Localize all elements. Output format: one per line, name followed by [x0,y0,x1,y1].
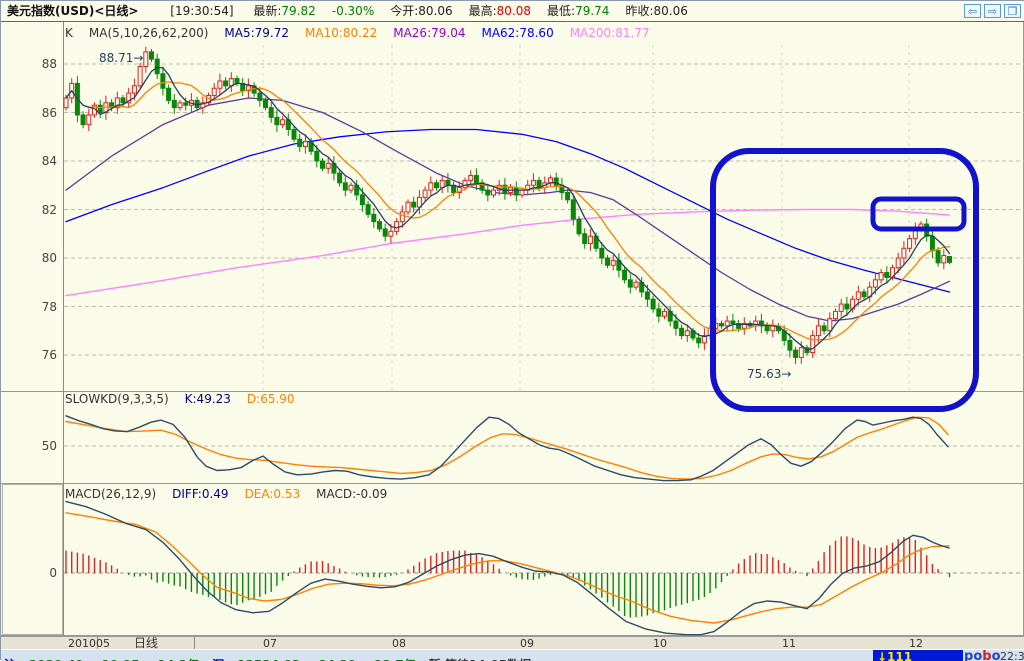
macd-lines [65,500,950,636]
axis-tick-label: 82 [41,202,57,217]
k-chart-label: K [65,26,73,40]
macd-diff-line [65,500,950,636]
annotation-low-price: 75.63→ [747,367,792,381]
quote-field-value: 80.08 [496,4,532,18]
ma-formula-label: MA(5,10,26,62,200) [88,26,209,40]
kd-value-label: K:49.23 [184,392,231,406]
pobo-logo-letter: b [982,649,992,661]
quote-field-value: 79.74 [575,4,610,18]
axis-tick-label: 80 [41,251,57,265]
ma-value-label: MA26:79.04 [393,26,466,40]
window-buttons: ⇦ ⇨ ❐ [964,4,1021,18]
kd-formula-label: SLOWKD(9,3,3,5) [65,392,169,406]
axis-tick-label: 78 [41,299,57,314]
app-window: 美元指数(USD)<日线> [19:30:54] 最新:79.82 -0.30% 今… [0,0,1024,661]
annotation-peak-price: 88.71→ [99,51,144,65]
index-ticker: 沪2929.49-19.95-14.2亿深12534.03-84.39-13.7… [4,656,544,661]
axis-tick-label: 84 [41,154,57,168]
kd-label-row: SLOWKD(9,3,3,5) K:49.23 D:65.90 [65,392,311,406]
axis-tick-label: 50 [41,439,57,453]
cascade-button-icon[interactable]: ❐ [1004,4,1021,18]
quote-field: -0.30% [332,4,374,18]
ma200-line [65,208,951,297]
status-clock: 22:34 [1000,650,1024,661]
signal-badge: ↓111 [873,650,963,661]
axis-tick-label: 76 [41,348,57,362]
pobo-logo: pobo [964,650,1001,661]
ma-value-label: MA62:78.60 [481,26,554,40]
quote-field-value: 79.82 [281,4,316,18]
quote-field: 最新:79.82 [253,4,315,18]
macd-value-label: MACD:-0.09 [316,487,388,501]
chart-canvas[interactable] [1,1,1024,661]
quote-field-value: 80.06 [418,4,453,18]
time-axis: 日线 201005 07 08 09 10 11 12 [1,636,1024,650]
quote-field: 今开:80.06 [390,4,452,18]
panel-frame [1,22,1024,636]
quote-field-label: 最高: [468,4,497,18]
axis-tick-label: 86 [41,105,57,120]
quote-field-label: 最新: [253,4,282,18]
ma-label-row: K MA(5,10,26,62,200) MA5:79.72 MA10:80.22 MA… [65,26,666,40]
ma200-line [65,208,951,297]
quote-field-label: 昨收: [625,4,654,18]
status-bar: 沪2929.49-19.95-14.2亿深12534.03-84.39-13.7… [1,649,1024,661]
slowkd-panel [65,415,949,482]
quote-field: 昨收:80.06 [625,4,687,18]
instrument-title: 美元指数(USD)<日线> [7,4,139,18]
kd-d-line [65,416,949,480]
quote-fields: 最新:79.82 -0.30% 今开:80.06 最高:80.08 最低:79.74 昨收… [237,4,687,18]
axis-tick-label: 88 [41,57,57,71]
quote-field-value: 80.06 [653,4,688,18]
axis-tick-label: 0 [49,566,57,580]
macd-label-row: MACD(26,12,9) DIFF:0.49 DEA:0.53 MACD:-0.09 [65,487,403,501]
ma10-line [65,81,951,341]
back-button-icon[interactable]: ⇦ [964,4,981,18]
macd-dea-line [65,512,950,624]
kd-k-line [65,415,949,482]
quote-field: 最低:79.74 [547,4,609,18]
ma-value-label: MA5:79.72 [224,26,289,40]
candlestick-series [63,46,952,364]
macd-formula-label: MACD(26,12,9) [65,487,157,501]
pobo-logo-letter: o [973,649,983,661]
quote-time: [19:30:54] [170,4,234,18]
ma-value-label: MA200:81.77 [569,26,650,40]
quote-field-value: -0.30% [331,4,375,18]
forward-button-icon[interactable]: ⇨ [984,4,1001,18]
macd-value-label: DIFF:0.49 [172,487,229,501]
quote-header: 美元指数(USD)<日线> [19:30:54] 最新:79.82 -0.30% 今… [1,1,1024,22]
pobo-logo-letter: p [964,649,974,661]
kd-value-label: D:65.90 [246,392,295,406]
quote-field: 最高:80.08 [469,4,531,18]
ma10-line [65,81,951,341]
ma-value-label: MA10:80.22 [305,26,378,40]
macd-value-label: DEA:0.53 [244,487,301,501]
quote-field-label: 今开: [390,4,419,18]
quote-field-label: 最低: [547,4,576,18]
